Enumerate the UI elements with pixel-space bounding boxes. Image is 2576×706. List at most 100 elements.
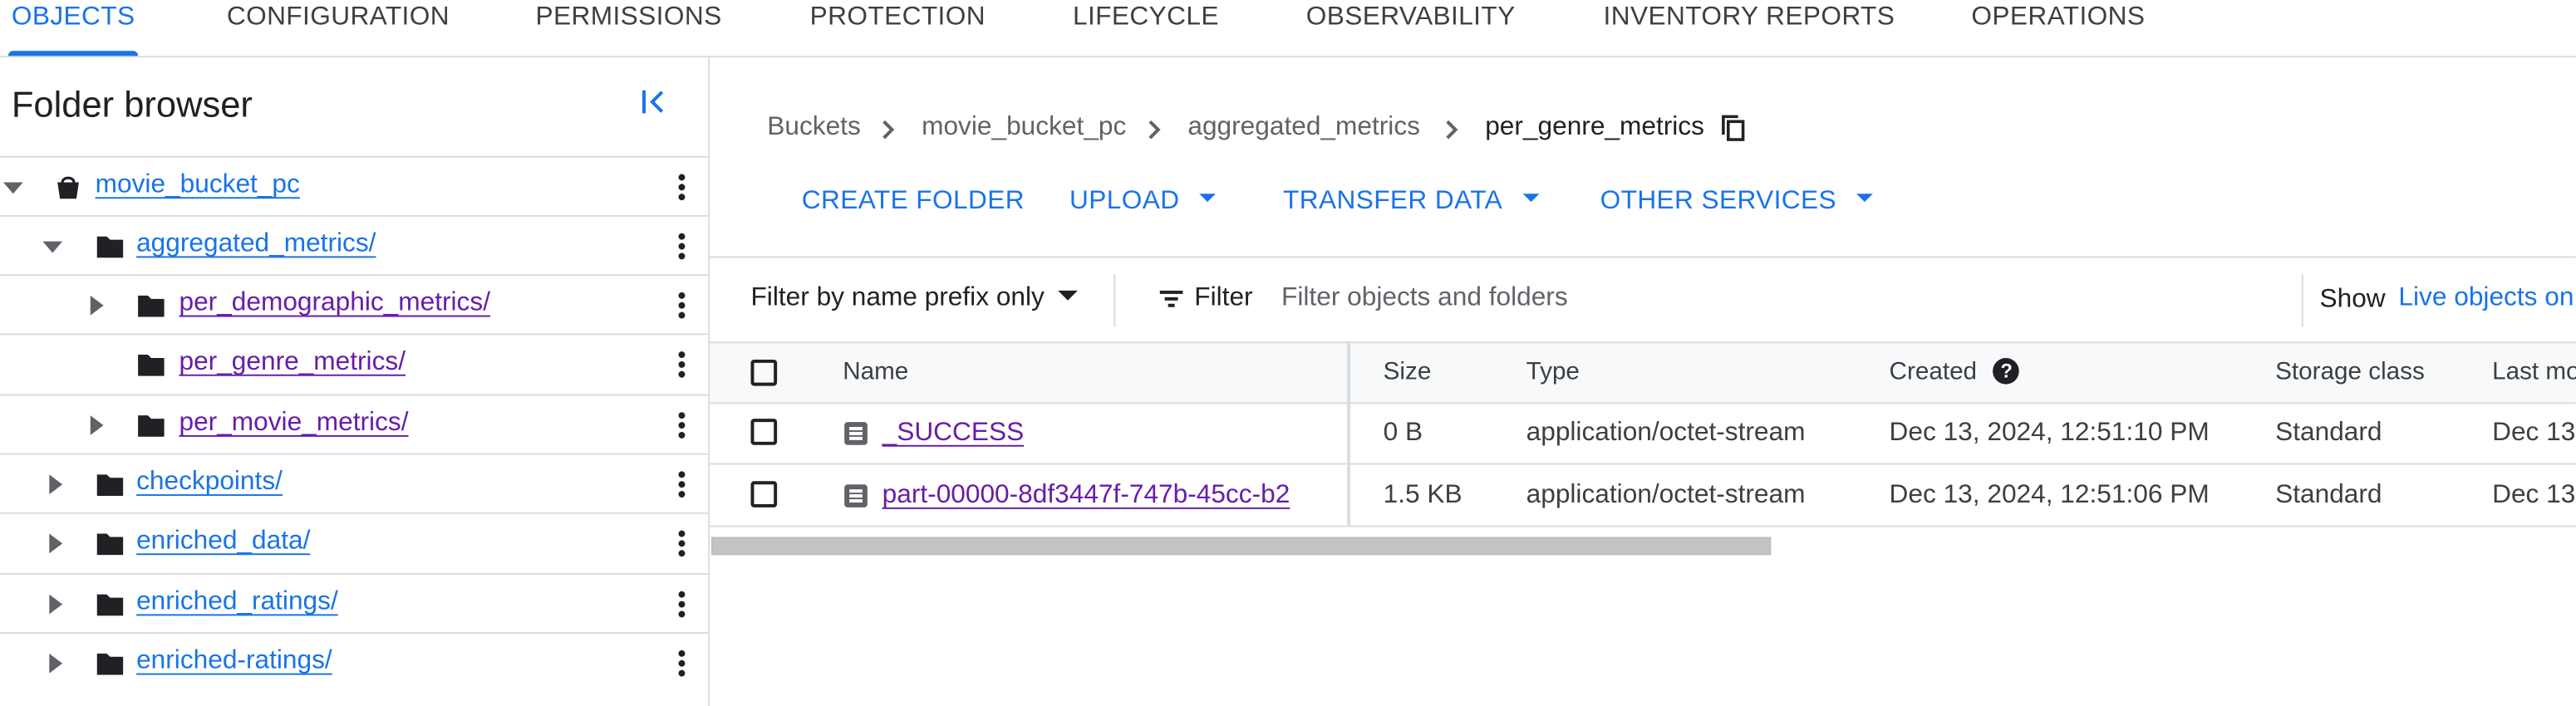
tree-item-movie-bucket-pc[interactable]: movie_bucket_pc xyxy=(0,155,709,217)
tab-objects[interactable]: OBJECTS xyxy=(7,0,139,56)
folder-icon xyxy=(138,415,165,437)
filter-label: Filter xyxy=(1194,284,1253,312)
tree-item-label[interactable]: aggregated_metrics/ xyxy=(136,230,376,260)
folder-icon xyxy=(96,653,124,675)
chevron-right-icon xyxy=(1148,120,1161,140)
other-services-label: OTHER SERVICES xyxy=(1600,187,1837,215)
tree-item-label[interactable]: per_movie_metrics/ xyxy=(179,409,408,439)
created-header-label: Created xyxy=(1889,357,1978,386)
tree-item-enriched-data[interactable]: enriched_data/ xyxy=(0,512,709,573)
show-label: Show xyxy=(2319,285,2386,314)
more-vert-icon[interactable] xyxy=(672,649,692,679)
row-checkbox[interactable] xyxy=(750,481,778,507)
breadcrumb-folder[interactable]: aggregated_metrics xyxy=(1187,113,1420,143)
more-vert-icon[interactable] xyxy=(672,410,692,440)
caret-down-icon[interactable] xyxy=(41,235,64,258)
table-row: _SUCCESS 0 B application/octet-stream De… xyxy=(710,402,2576,465)
caret-right-icon[interactable] xyxy=(44,532,67,556)
help-icon[interactable]: ? xyxy=(1993,358,2020,385)
transfer-data-label: TRANSFER DATA xyxy=(1283,187,1503,215)
more-vert-icon[interactable] xyxy=(672,173,692,203)
file-icon xyxy=(844,422,868,445)
caret-right-icon[interactable] xyxy=(86,294,109,317)
breadcrumb-bucket[interactable]: movie_bucket_pc xyxy=(922,113,1126,143)
tree-item-per-demographic-metrics[interactable]: per_demographic_metrics/ xyxy=(0,274,709,335)
chevron-right-icon xyxy=(882,120,895,140)
tree-item-label[interactable]: enriched_data/ xyxy=(136,527,310,557)
object-size: 0 B xyxy=(1383,419,1423,447)
more-vert-icon[interactable] xyxy=(672,232,692,262)
caret-down-icon[interactable] xyxy=(2,176,25,199)
column-header-type[interactable]: Type xyxy=(1526,358,1580,386)
caret-right-icon[interactable] xyxy=(44,473,67,496)
object-storage-class: Standard xyxy=(2275,419,2382,447)
divider xyxy=(2301,274,2303,327)
object-type: application/octet-stream xyxy=(1526,481,1806,509)
folder-browser-title: Folder browser xyxy=(11,83,253,125)
filter-mode-label: Filter by name prefix only xyxy=(750,284,1045,312)
show-live-objects-select[interactable]: Live objects on xyxy=(2398,284,2574,314)
breadcrumb-buckets[interactable]: Buckets xyxy=(767,113,861,143)
tree-item-label[interactable]: movie_bucket_pc xyxy=(96,171,300,201)
caret-right-icon[interactable] xyxy=(86,414,109,437)
other-services-button[interactable]: OTHER SERVICES xyxy=(1600,187,1873,217)
more-vert-icon[interactable] xyxy=(672,590,692,620)
column-header-size[interactable]: Size xyxy=(1384,358,1432,386)
folder-icon xyxy=(96,533,124,556)
transfer-data-button[interactable]: TRANSFER DATA xyxy=(1283,187,1539,217)
row-checkbox[interactable] xyxy=(750,419,778,445)
more-vert-icon[interactable] xyxy=(672,350,692,380)
folder-icon xyxy=(96,594,124,616)
tab-operations[interactable]: OPERATIONS xyxy=(1971,0,2145,56)
column-header-storage-class[interactable]: Storage class xyxy=(2275,358,2425,386)
tab-protection[interactable]: PROTECTION xyxy=(810,0,986,56)
column-header-last-modified[interactable]: Last mo xyxy=(2492,358,2576,386)
column-header-name[interactable]: Name xyxy=(843,358,908,386)
filter-mode-select[interactable]: Filter by name prefix only xyxy=(750,284,1078,314)
object-type: application/octet-stream xyxy=(1526,419,1806,447)
upload-label: UPLOAD xyxy=(1069,187,1180,215)
bucket-icon xyxy=(57,176,79,199)
create-folder-button[interactable]: CREATE FOLDER xyxy=(802,187,1025,217)
tree-item-label[interactable]: per_genre_metrics/ xyxy=(179,348,406,378)
tab-observability[interactable]: OBSERVABILITY xyxy=(1306,0,1516,56)
folder-icon xyxy=(138,355,165,376)
chevron-right-icon xyxy=(1446,120,1458,140)
tab-permissions[interactable]: PERMISSIONS xyxy=(536,0,722,56)
upload-button[interactable]: UPLOAD xyxy=(1069,187,1216,217)
more-vert-icon[interactable] xyxy=(672,529,692,559)
object-name-link[interactable]: _SUCCESS xyxy=(882,419,1025,449)
object-created: Dec 13, 2024, 12:51:10 PM xyxy=(1889,419,2210,447)
tree-item-label[interactable]: enriched_ratings/ xyxy=(136,588,338,618)
file-icon xyxy=(844,484,868,507)
more-vert-icon[interactable] xyxy=(672,469,692,499)
tab-configuration[interactable]: CONFIGURATION xyxy=(227,0,450,56)
tree-item-enriched-ratings[interactable]: enriched_ratings/ xyxy=(0,572,709,634)
column-header-created[interactable]: Created? xyxy=(1890,358,2020,386)
more-vert-icon[interactable] xyxy=(672,291,692,321)
copy-icon[interactable] xyxy=(1722,115,1745,141)
tab-bar: OBJECTS CONFIGURATION PERMISSIONS PROTEC… xyxy=(0,0,2576,58)
tree-item-checkpoints[interactable]: checkpoints/ xyxy=(0,453,709,514)
tree-item-aggregated-metrics[interactable]: aggregated_metrics/ xyxy=(0,214,709,276)
tree-item-per-movie-metrics[interactable]: per_movie_metrics/ xyxy=(0,394,709,454)
folder-browser: Folder browser movie_bucket_pc aggregate… xyxy=(0,56,710,706)
object-name-link[interactable]: part-00000-8df3447f-747b-45cc-b2 xyxy=(882,481,1290,511)
caret-right-icon[interactable] xyxy=(44,652,67,675)
tree-item-label[interactable]: enriched-ratings/ xyxy=(136,647,332,677)
tab-lifecycle[interactable]: LIFECYCLE xyxy=(1073,0,1219,56)
tree-item-label[interactable]: per_demographic_metrics/ xyxy=(179,289,489,319)
column-resize-handle[interactable] xyxy=(1347,341,1351,526)
folder-icon xyxy=(96,236,124,258)
select-all-checkbox[interactable] xyxy=(750,359,778,386)
dropdown-arrow-icon xyxy=(1522,194,1539,203)
collapse-left-icon[interactable] xyxy=(637,86,671,119)
tree-item-enriched-ratings-dash[interactable]: enriched-ratings/ xyxy=(0,632,709,693)
object-browser: Buckets movie_bucket_pc aggregated_metri… xyxy=(710,56,2576,706)
tree-item-label[interactable]: checkpoints/ xyxy=(136,468,283,498)
horizontal-scrollbar[interactable] xyxy=(711,537,1772,556)
filter-input[interactable] xyxy=(1281,279,2268,319)
caret-right-icon[interactable] xyxy=(44,593,67,616)
tree-item-per-genre-metrics[interactable]: per_genre_metrics/ xyxy=(0,333,709,394)
tab-inventory-reports[interactable]: INVENTORY REPORTS xyxy=(1604,0,1895,56)
